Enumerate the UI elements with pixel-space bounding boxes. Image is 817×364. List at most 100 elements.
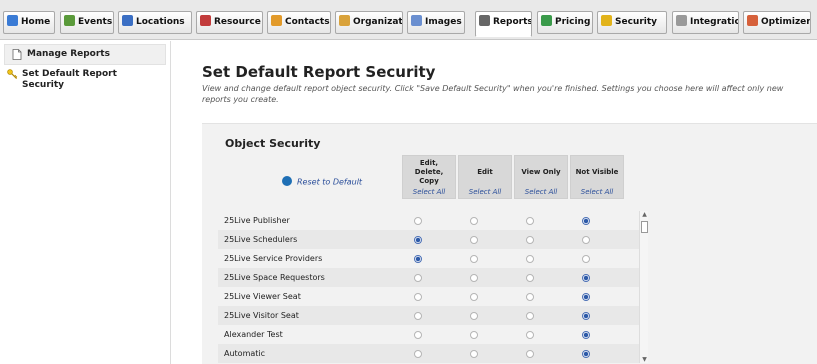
tab-organizat[interactable]: Organizat <box>335 11 403 34</box>
tab-integratic[interactable]: Integratic <box>672 11 739 34</box>
reset-to-default-link[interactable]: Reset to Default <box>282 176 362 187</box>
key-icon <box>7 69 18 80</box>
tab-label: Contacts <box>285 17 330 27</box>
permission-radio[interactable] <box>526 312 534 320</box>
permission-radio[interactable] <box>526 236 534 244</box>
permission-radio[interactable] <box>470 293 478 301</box>
resource-icon <box>200 15 211 26</box>
tab-events[interactable]: Events <box>60 11 114 34</box>
tab-label: Events <box>78 17 113 27</box>
permission-radio[interactable] <box>582 217 590 225</box>
select-all-link[interactable]: Select All <box>515 188 567 196</box>
permission-radio[interactable] <box>414 331 422 339</box>
permission-radio[interactable] <box>582 312 590 320</box>
tab-label: Images <box>425 17 462 27</box>
table-row: 25Live Service Providers <box>218 249 640 268</box>
permission-radio[interactable] <box>526 217 534 225</box>
select-all-link[interactable]: Select All <box>459 188 511 196</box>
organizations-icon <box>339 15 350 26</box>
tab-label: Locations <box>136 17 185 27</box>
tab-label: Reports <box>493 17 532 27</box>
main-content: Set Default Report Security View and cha… <box>172 41 817 364</box>
permission-radio[interactable] <box>526 331 534 339</box>
permission-radio[interactable] <box>582 236 590 244</box>
permission-radio[interactable] <box>414 274 422 282</box>
reset-icon <box>282 176 292 186</box>
column-label: Not Visible <box>575 168 619 176</box>
tab-label: Home <box>21 17 51 27</box>
top-tab-bar: Home Events Locations Resource Contacts Organ… <box>0 0 817 40</box>
permission-radio[interactable] <box>582 331 590 339</box>
permission-radio[interactable] <box>582 350 590 358</box>
row-name: 25Live Space Requestors <box>224 273 325 282</box>
page-description: View and change default report object se… <box>202 84 784 104</box>
section-title: Object Security <box>225 137 321 150</box>
scroll-down-arrow-icon[interactable]: ▼ <box>641 356 648 363</box>
tab-resource[interactable]: Resource <box>196 11 263 34</box>
permission-radio[interactable] <box>470 331 478 339</box>
sidebar-item-label: Set Default Report Security <box>22 69 117 90</box>
scroll-thumb[interactable] <box>641 221 648 233</box>
permission-radio[interactable] <box>414 217 422 225</box>
tab-pricing[interactable]: Pricing <box>537 11 593 34</box>
tab-security[interactable]: Security <box>597 11 667 34</box>
table-row: 25Live Space Requestors <box>218 268 640 287</box>
tab-images[interactable]: Images <box>407 11 465 34</box>
tab-optimizer[interactable]: Optimizer <box>743 11 811 34</box>
column-label: Edit, Delete, Copy <box>414 159 444 185</box>
column-header-3: View Only Select All <box>514 155 568 199</box>
tab-label: Pricing <box>555 17 591 27</box>
select-all-link[interactable]: Select All <box>571 188 623 196</box>
permission-radio[interactable] <box>470 274 478 282</box>
permission-radio[interactable] <box>526 274 534 282</box>
contacts-icon <box>271 15 282 26</box>
table-row: Alexander Test <box>218 325 640 344</box>
permission-radio[interactable] <box>414 255 422 263</box>
column-label: Edit <box>477 168 493 176</box>
events-icon <box>64 15 75 26</box>
tab-home[interactable]: Home <box>3 11 55 34</box>
page-title: Set Default Report Security <box>202 63 436 81</box>
row-name: 25Live Publisher <box>224 216 290 225</box>
row-name: 25Live Service Providers <box>224 254 323 263</box>
tab-locations[interactable]: Locations <box>118 11 192 34</box>
permission-radio[interactable] <box>414 293 422 301</box>
table-row: 25Live Publisher <box>218 211 640 230</box>
optimizer-icon <box>747 15 758 26</box>
integration-icon <box>676 15 687 26</box>
sidebar-item-label: Manage Reports <box>27 49 110 59</box>
permission-radio[interactable] <box>582 293 590 301</box>
permission-radio[interactable] <box>470 312 478 320</box>
tab-contacts[interactable]: Contacts <box>267 11 331 34</box>
tab-reports[interactable]: Reports <box>475 11 532 37</box>
permission-radio[interactable] <box>414 312 422 320</box>
reports-icon <box>479 15 490 26</box>
home-icon <box>7 15 18 26</box>
permission-radio[interactable] <box>526 255 534 263</box>
permission-radio[interactable] <box>582 274 590 282</box>
permission-radio[interactable] <box>526 350 534 358</box>
permission-radio[interactable] <box>414 236 422 244</box>
object-security-table: 25Live Publisher 25Live Schedulers 25Live … <box>218 211 640 363</box>
table-scrollbar[interactable]: ▲ ▼ <box>639 211 648 363</box>
permission-radio[interactable] <box>526 293 534 301</box>
select-all-link[interactable]: Select All <box>403 188 455 196</box>
column-header-1: Edit, Delete, Copy Select All <box>402 155 456 199</box>
table-row: Automatic <box>218 344 640 363</box>
table-row: 25Live Schedulers <box>218 230 640 249</box>
document-icon <box>12 49 22 60</box>
row-name: 25Live Viewer Seat <box>224 292 301 301</box>
tab-label: Optimizer <box>761 17 811 27</box>
sidebar-item-manage-reports[interactable]: Manage Reports <box>4 44 166 65</box>
row-name: Alexander Test <box>224 330 283 339</box>
sidebar: Manage Reports Set Default Report Securi… <box>0 41 171 364</box>
permission-radio[interactable] <box>470 217 478 225</box>
sidebar-item-set-default-report-security[interactable]: Set Default Report Security <box>0 65 170 95</box>
permission-radio[interactable] <box>470 255 478 263</box>
permission-radio[interactable] <box>582 255 590 263</box>
row-name: 25Live Schedulers <box>224 235 298 244</box>
permission-radio[interactable] <box>414 350 422 358</box>
scroll-up-arrow-icon[interactable]: ▲ <box>641 211 648 218</box>
permission-radio[interactable] <box>470 350 478 358</box>
permission-radio[interactable] <box>470 236 478 244</box>
